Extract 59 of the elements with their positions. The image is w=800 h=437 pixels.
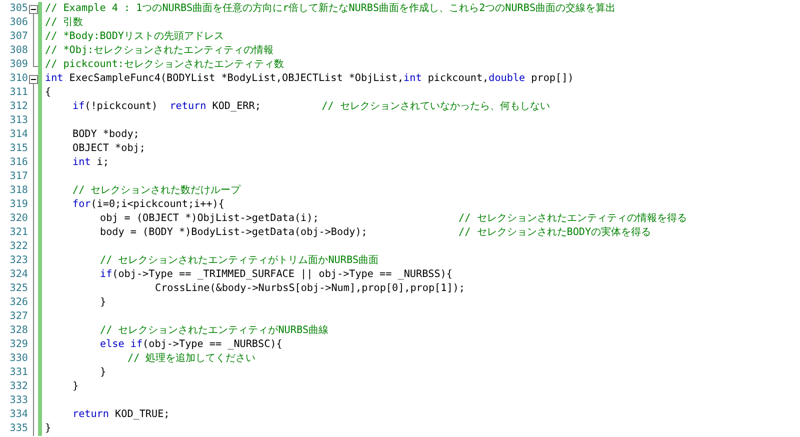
code-line: // *Body:BODYリストの先頭アドレス: [45, 30, 224, 44]
line-number: 327: [8, 310, 28, 324]
line-number: 313: [8, 114, 28, 128]
line-number: 314: [8, 128, 28, 142]
code-line: // セレクションされたエンティティがトリム面かNURBS曲面: [99, 254, 379, 268]
code-line: else if(obj->Type == _NURBSC){: [99, 338, 282, 352]
code-line: OBJECT *obj;: [72, 142, 146, 156]
line-number: 319: [8, 198, 28, 212]
code-line: BODY *body;: [72, 128, 140, 142]
collapse-icon[interactable]: [29, 5, 38, 14]
line-number: 335: [8, 422, 28, 436]
line-number: 316: [8, 156, 28, 170]
code-line: body = (BODY *)BodyList->getData(obj->Body); // セレクションされたBODYの実体を得る: [99, 226, 652, 240]
code-line: if(obj->Type == _TRIMMED_SURFACE || obj->Type == _NURBSS){: [99, 268, 452, 282]
code-line: {: [45, 86, 52, 100]
code-line: // セレクションされたエンティティがNURBS曲線: [99, 324, 329, 338]
line-number: 320: [8, 212, 28, 226]
code-line: if(!pickcount) return KOD_ERR; // セレクションされていなかったら、何もしない: [72, 100, 550, 114]
line-number: 322: [8, 240, 28, 254]
code-line: // pickcount:セレクションされたエンティティ数: [45, 58, 284, 72]
line-number: 326: [8, 296, 28, 310]
code-line: int i;: [72, 156, 109, 170]
collapse-icon[interactable]: [29, 75, 38, 84]
line-number: 307: [8, 30, 28, 44]
line-number: 323: [8, 254, 28, 268]
code-line: obj = (OBJECT *)ObjList->getData(i); // セレクションされたエンティティの情報を得る: [99, 212, 687, 226]
line-number: 325: [8, 282, 28, 296]
code-line: // セレクションされた数だけループ: [72, 184, 241, 198]
code-line: // Example 4 : 1つのNURBS曲面を任意の方向にr倍して新たなNURBS曲面を作成し、これら2つのNURBS曲面の交線を算出: [45, 2, 616, 16]
code-line: }: [99, 366, 106, 380]
line-number: 310: [8, 72, 28, 86]
line-number: 306: [8, 16, 28, 30]
code-line: CrossLine(&body->NurbsS[obj->Num],prop[0],prop[1]);: [154, 282, 465, 296]
line-number: 333: [8, 394, 28, 408]
line-number: 318: [8, 184, 28, 198]
code-line: return KOD_TRUE;: [72, 408, 170, 422]
line-number: 328: [8, 324, 28, 338]
line-number: 309: [8, 58, 28, 72]
line-number: 315: [8, 142, 28, 156]
line-number: 321: [8, 226, 28, 240]
code-line: }: [72, 380, 79, 394]
line-number: 324: [8, 268, 28, 282]
line-number: 331: [8, 366, 28, 380]
code-line: }: [99, 296, 106, 310]
line-number: 334: [8, 408, 28, 422]
line-number: 332: [8, 380, 28, 394]
code-line: for(i=0;i<pickcount;i++){: [72, 198, 224, 212]
line-number: 311: [8, 86, 28, 100]
code-line: int ExecSampleFunc4(BODYList *BodyList,OBJECTList *ObjList,int pickcount,double prop[]): [45, 72, 574, 86]
line-number: 308: [8, 44, 28, 58]
line-number: 329: [8, 338, 28, 352]
code-line: }: [45, 422, 52, 436]
code-line: // 引数: [45, 16, 84, 30]
line-number: 330: [8, 352, 28, 366]
line-number: 312: [8, 100, 28, 114]
line-number: 317: [8, 170, 28, 184]
line-number: 305: [8, 2, 28, 16]
code-line: // *Obj:セレクションされたエンティティの情報: [45, 44, 274, 58]
code-line: // 処理を追加してください: [126, 352, 256, 366]
